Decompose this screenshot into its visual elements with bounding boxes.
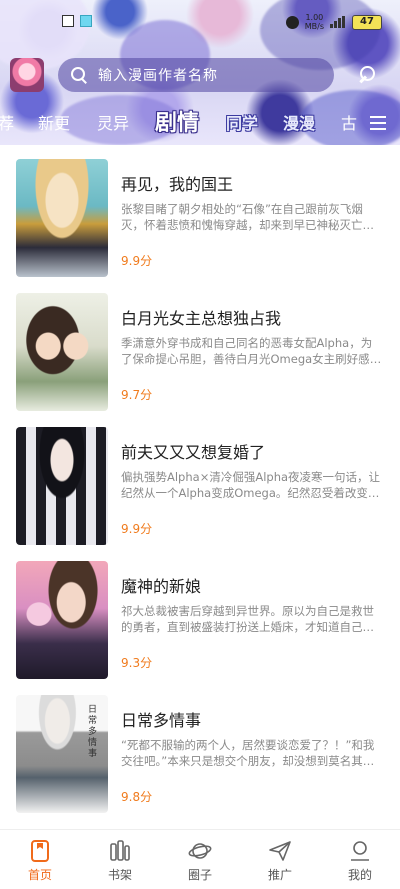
comic-score: 9.7分	[121, 388, 153, 402]
nav-circle[interactable]: 圈子	[160, 830, 240, 889]
nav-promote-label: 推广	[267, 868, 292, 882]
comic-cover[interactable]	[16, 293, 108, 411]
tab-new-updates[interactable]: 新更	[38, 106, 70, 142]
nav-home-label: 首页	[27, 868, 52, 882]
comic-cover[interactable]: 日常多情事	[16, 695, 108, 813]
nav-mine[interactable]: 我的	[320, 830, 400, 889]
paper-plane-icon	[269, 841, 291, 861]
list-item[interactable]: 白月光女主总想独占我 季潇意外穿书成和自己同名的恶毒女配Alpha，为了保命提心…	[0, 279, 400, 413]
list-item[interactable]: 再见，我的国王 张黎目睹了朝夕相处的“石像”在自己跟前灰飞烟灭，怀着悲愤和愧悔穿…	[0, 145, 400, 279]
comic-description: “死都不服输的两个人，居然要谈恋爱了？！”和我交往吧。”本来只是想交个朋友，却没…	[121, 738, 375, 768]
bottom-nav: 首页 书架 圈子 推广 我的	[0, 829, 400, 889]
comic-list: 再见，我的国王 张黎目睹了朝夕相处的“石像”在自己跟前灰飞烟灭，怀着悲愤和愧悔穿…	[0, 145, 400, 825]
tab-manga[interactable]: 漫漫	[283, 106, 315, 142]
battery-indicator: 47	[352, 14, 382, 30]
planet-icon	[188, 843, 212, 859]
list-item[interactable]: 前夫又又又想复婚了 偏执强势Alpha×清冷倔强Alpha夜凌寒一句话，让纪然从…	[0, 413, 400, 547]
search-button-icon[interactable]	[356, 64, 378, 86]
nav-bookshelf-label: 书架	[107, 868, 132, 882]
status-bar: 1.00 MB/s 47	[0, 0, 400, 44]
comic-description: 祁大总裁被害后穿越到异世界。原以为自己是救世的勇者，直到被盛装打扮送上婚床，才知…	[121, 604, 374, 634]
tab-supernatural[interactable]: 灵异	[97, 106, 129, 142]
network-speed: 1.00 MB/s	[305, 13, 324, 31]
search-input[interactable]: 输入漫画作者名称	[58, 58, 334, 92]
notification-icon	[62, 15, 74, 27]
list-item[interactable]: 日常多情事 日常多情事 “死都不服输的两个人，居然要谈恋爱了？！”和我交往吧。”…	[0, 681, 400, 815]
nav-bookshelf[interactable]: 书架	[80, 830, 160, 889]
tab-classmates[interactable]: 同学	[226, 106, 258, 142]
comic-cover[interactable]	[16, 159, 108, 277]
network-speed-value: 1.00	[305, 13, 324, 22]
comic-description: 季潇意外穿书成和自己同名的恶毒女配Alpha，为了保命提心吊胆，善待白月光Ome…	[121, 336, 373, 366]
category-tabs: 荐 新更 灵异 剧情 同学 漫漫 古	[0, 106, 400, 142]
comic-title: 再见，我的国王	[121, 175, 234, 194]
home-icon	[31, 840, 49, 862]
user-icon	[351, 841, 369, 861]
alarm-icon	[285, 15, 299, 29]
list-item[interactable]: 魔神的新娘 祁大总裁被害后穿越到异世界。原以为自己是救世的勇者，直到被盛装打扮送…	[0, 547, 400, 681]
header: 1.00 MB/s 47 输入漫画作者名称 荐 新更 灵异 剧情 同学 漫漫 古	[0, 0, 400, 145]
tab-drama[interactable]: 剧情	[155, 106, 199, 142]
status-left	[62, 15, 92, 27]
comic-score: 9.9分	[121, 254, 153, 268]
cover-title: 日常多情事	[88, 705, 98, 759]
comic-score: 9.9分	[121, 522, 153, 536]
comic-score: 9.8分	[121, 790, 153, 804]
comic-cover[interactable]	[16, 427, 108, 545]
bookshelf-icon	[110, 840, 130, 861]
comic-title: 前夫又又又想复婚了	[121, 443, 266, 462]
tab-recommend[interactable]: 荐	[0, 106, 14, 142]
wifi-icon	[330, 16, 346, 28]
comic-description: 偏执强势Alpha×清冷倔强Alpha夜凌寒一句话，让纪然从一个Alpha变成O…	[121, 470, 381, 500]
comic-score: 9.3分	[121, 656, 153, 670]
menu-icon[interactable]	[370, 116, 386, 130]
comic-cover[interactable]	[16, 561, 108, 679]
comic-description: 张黎目睹了朝夕相处的“石像”在自己跟前灰飞烟灭，怀着悲愤和愧悔穿越，却来到早已神…	[121, 202, 374, 232]
tab-ancient[interactable]: 古	[341, 106, 357, 142]
nav-circle-label: 圈子	[187, 868, 212, 882]
nav-home[interactable]: 首页	[0, 830, 80, 889]
nav-promote[interactable]: 推广	[240, 830, 320, 889]
comic-title: 白月光女主总想独占我	[121, 309, 282, 328]
search-icon	[70, 66, 88, 84]
app-notification-icon	[80, 15, 92, 27]
status-right: 1.00 MB/s 47	[285, 13, 382, 31]
comic-title: 魔神的新娘	[121, 577, 202, 596]
comic-title: 日常多情事	[121, 711, 202, 730]
search-placeholder: 输入漫画作者名称	[98, 68, 218, 84]
nav-mine-label: 我的	[347, 868, 372, 882]
avatar[interactable]	[10, 58, 44, 92]
network-speed-unit: MB/s	[304, 22, 324, 31]
